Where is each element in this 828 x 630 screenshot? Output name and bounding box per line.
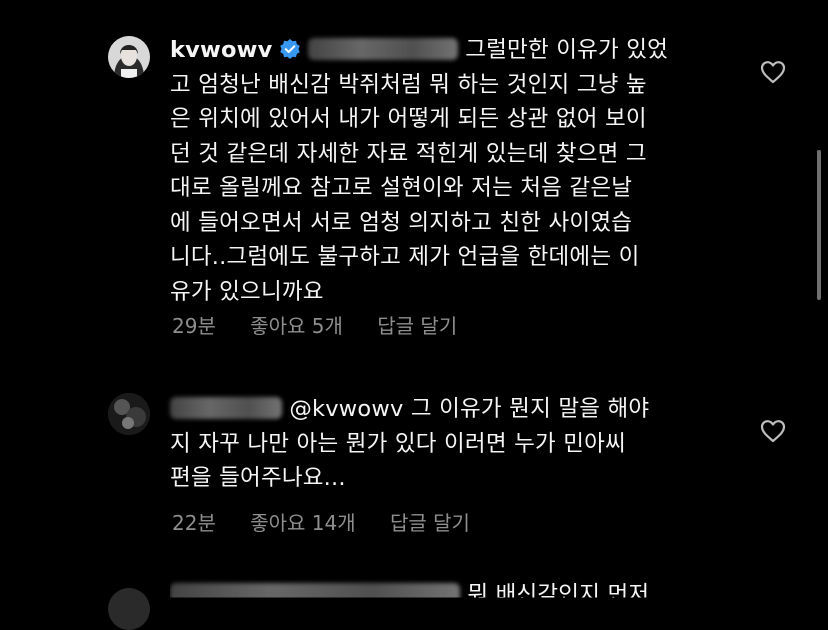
comment-line-2: 고 엄청난 배신감 박쥐처럼 뭐 하는 것인지 그냥 높 (170, 71, 647, 98)
avatar[interactable] (108, 393, 150, 435)
reply-button[interactable]: 답글 달기 (377, 314, 457, 338)
avatar[interactable] (108, 36, 150, 78)
username[interactable]: kvwowv (170, 37, 273, 63)
likes-count[interactable]: 좋아요 14개 (250, 511, 355, 535)
reply-button[interactable]: 답글 달기 (390, 511, 470, 535)
likes-count[interactable]: 좋아요 5개 (250, 314, 343, 338)
comment-line-8: 유가 있으니까요 (170, 278, 324, 305)
comment-line-1: 그 이유가 뭔지 말을 해야 (410, 396, 650, 422)
like-heart-icon[interactable] (760, 419, 786, 443)
comment-line-7: 니다..그럼에도 불구하고 제가 언급을 한데에는 이 (170, 244, 640, 270)
timestamp: 29분 (172, 314, 216, 338)
comment-line-4: 던 것 같은데 자세한 자료 적힌게 있는데 찾으면 그 (170, 140, 647, 167)
comment-meta: 29분 좋아요 5개 답글 달기 (172, 310, 485, 339)
comment-text: 뭐 배신감인지 먼저 (170, 578, 770, 608)
avatar[interactable] (108, 588, 150, 630)
comment-line-5: 대로 올릴께요 참고로 설현이와 저는 처음 같은날 (170, 175, 633, 201)
comment-meta: 22분 좋아요 14개 답글 달기 (172, 507, 498, 536)
comment-line-3: 은 위치에 있어서 내가 어떻게 되든 상관 없어 보이 (170, 106, 647, 132)
comment-text: @kvwowv 그 이유가 뭔지 말을 해야 지 자꾸 나만 아는 뭔가 있다 … (170, 392, 750, 496)
comment-line-3: 편을 들어주나요... (170, 465, 346, 491)
comment-line-1: 뭐 배신감인지 먼저 (467, 582, 650, 608)
scrollbar[interactable] (817, 150, 821, 300)
comment-line-6: 에 들어오면서 서로 엄청 의지하고 친한 사이였습 (170, 209, 633, 236)
comment-line-2: 지 자꾸 나만 아는 뭔가 있다 이러면 누가 민아씨 (170, 430, 626, 457)
comment-text: kvwowv 그럴만한 이유가 있었 고 엄청난 배신감 박쥐처럼 뭐 하는 것… (170, 33, 750, 309)
like-heart-icon[interactable] (760, 60, 786, 84)
timestamp: 22분 (172, 511, 216, 535)
mention-link[interactable]: @kvwowv (289, 396, 403, 422)
redacted-username (170, 397, 282, 419)
comment-line-1: 그럴만한 이유가 있었 (465, 37, 669, 63)
redacted-username (170, 583, 460, 598)
redacted-username (307, 38, 458, 60)
verified-badge-icon (279, 36, 301, 59)
